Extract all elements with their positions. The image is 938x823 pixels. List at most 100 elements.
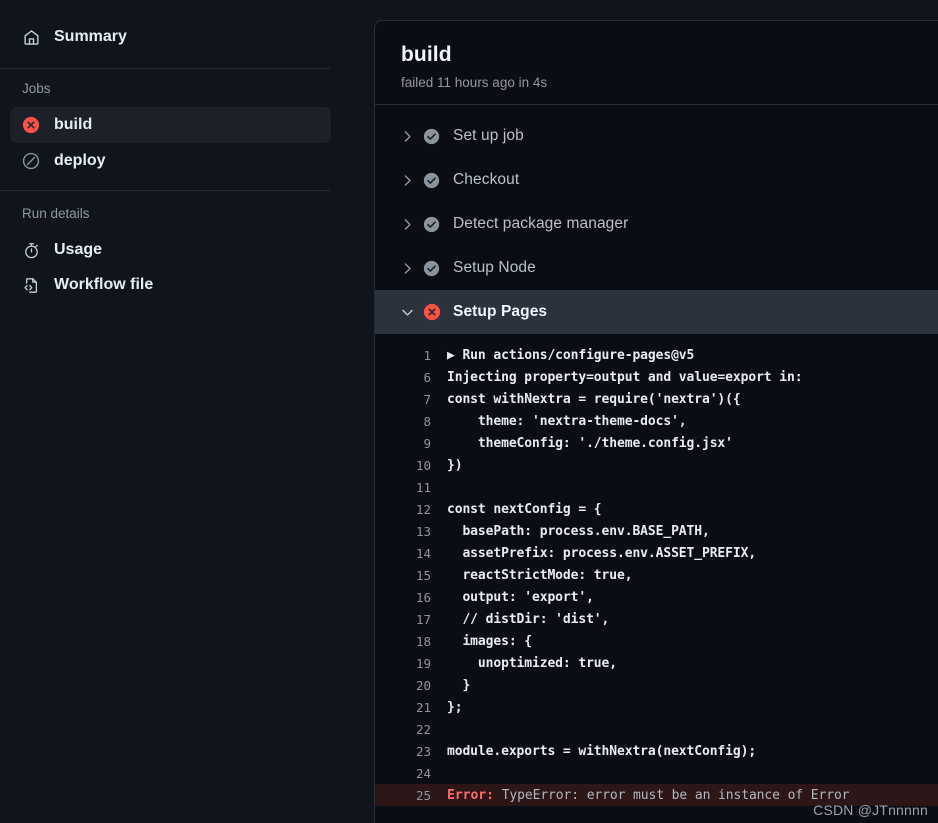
log-line-text: unoptimized: true, [447,655,617,671]
job-status-subtitle: failed 11 hours ago in 4s [401,75,548,90]
chevron-down-icon [401,306,423,319]
log-line-number: 16 [415,589,431,605]
log-line-text: module.exports = withNextra(nextConfig); [447,743,757,759]
log-line-text: basePath: process.env.BASE_PATH, [447,523,710,539]
job-detail-panel: build failed 11 hours ago in 4s Set up j… [374,20,938,823]
step-list: Set up job Checkout Detect package manag… [375,105,938,334]
log-line: 24 [375,762,938,784]
page-title: build [401,43,452,66]
job-header: build failed 11 hours ago in 4s [375,21,938,105]
failure-icon [423,303,453,321]
log-line-number: 19 [415,655,431,671]
sidebar-item-label: Workflow file [54,276,154,293]
log-line-number: 24 [415,765,431,781]
log-line-number: 22 [415,721,431,737]
log-line-text: // distDir: 'dist', [447,611,610,627]
success-icon [423,128,453,145]
log-line-text: themeConfig: './theme.config.jsx' [447,435,733,451]
sidebar-section-jobs-title: Jobs [22,81,51,96]
log-line-number: 8 [423,413,431,429]
log-line: 23 module.exports = withNextra(nextConfig… [375,740,938,762]
log-line: 20 } [375,674,938,696]
log-line-number: 1 [423,347,431,363]
stopwatch-icon [22,241,40,259]
sidebar-item-workflow-file[interactable]: Workflow file [10,267,331,303]
step-row-setup-node[interactable]: Setup Node [375,246,938,290]
log-line-text: Injecting property=output and value=expo… [447,369,803,385]
home-icon [22,28,40,46]
log-line: 16 output: 'export', [375,586,938,608]
skipped-icon [22,152,40,170]
success-icon [423,216,453,233]
log-line: 22 [375,718,938,740]
step-label: Checkout [453,171,520,188]
sidebar-item-usage[interactable]: Usage [10,232,331,268]
log-line: 7 const withNextra = require('nextra')({ [375,388,938,410]
log-line-number: 18 [415,633,431,649]
log-line-number: 17 [415,611,431,627]
sidebar-divider-2 [0,190,330,191]
chevron-right-icon [401,130,423,143]
log-line-text: } [447,677,471,693]
log-line-text: images: { [447,633,532,649]
log-line-number: 11 [415,479,431,495]
log-line: 18 images: { [375,630,938,652]
step-row-checkout[interactable]: Checkout [375,158,938,202]
log-line-text: }; [447,699,463,715]
success-icon [423,172,453,189]
success-icon [423,260,453,277]
sidebar-divider-1 [0,68,330,69]
chevron-right-icon [401,262,423,275]
log-line-number: 20 [415,677,431,693]
log-line: 14 assetPrefix: process.env.ASSET_PREFIX… [375,542,938,564]
log-line-number: 23 [415,743,431,759]
log-line-text: }) [447,457,463,473]
step-label: Setup Node [453,259,536,276]
sidebar-item-summary[interactable]: Summary [10,19,364,55]
sidebar-section-run-details-title: Run details [22,206,90,221]
error-message: TypeError: error must be an instance of … [493,787,850,803]
log-line-number: 9 [423,435,431,451]
log-line: 21}; [375,696,938,718]
log-line-number: 13 [415,523,431,539]
step-log-output[interactable]: 1 ▶ Run actions/configure-pages@v5 6 Injec… [375,334,938,806]
log-line-number: 6 [423,369,431,385]
sidebar-item-build[interactable]: build [10,107,331,143]
log-line-number: 21 [415,699,431,715]
log-line-number: 14 [415,545,431,561]
step-label: Detect package manager [453,215,629,232]
log-line: 13 basePath: process.env.BASE_PATH, [375,520,938,542]
log-line: 6 Injecting property=output and value=exp… [375,366,938,388]
log-line: 1 ▶ Run actions/configure-pages@v5 [375,344,938,366]
log-line: 11 [375,476,938,498]
log-line-text: theme: 'nextra-theme-docs', [447,413,687,429]
chevron-right-icon [401,174,423,187]
log-line: 17 // distDir: 'dist', [375,608,938,630]
watermark: CSDN @JTnnnnn [813,802,928,818]
sidebar-item-label: Summary [54,28,127,45]
failure-icon [22,116,40,134]
step-row-set-up-job[interactable]: Set up job [375,114,938,158]
sidebar-item-deploy[interactable]: deploy [10,143,331,179]
step-row-setup-pages[interactable]: Setup Pages [375,290,938,334]
error-label: Error: [447,787,494,803]
step-label: Set up job [453,127,524,144]
chevron-right-icon [401,218,423,231]
log-line-number: 15 [415,567,431,583]
log-line-number: 7 [423,391,431,407]
log-line-number: 25 [415,787,431,803]
log-line: 12 const nextConfig = { [375,498,938,520]
log-line: 19 unoptimized: true, [375,652,938,674]
step-row-detect-package-manager[interactable]: Detect package manager [375,202,938,246]
sidebar-item-label: Usage [54,241,103,258]
log-line: 8 theme: 'nextra-theme-docs', [375,410,938,432]
sidebar-item-label: deploy [54,152,106,169]
log-line-number: 10 [415,457,431,473]
log-line: 9 themeConfig: './theme.config.jsx' [375,432,938,454]
log-line: 10}) [375,454,938,476]
log-line-text: const withNextra = require('nextra')({ [447,391,741,407]
sidebar: Summary Jobs build deploy Run details Us… [0,0,374,823]
log-line-text: ▶ Run actions/configure-pages@v5 [447,347,695,363]
log-line: 15 reactStrictMode: true, [375,564,938,586]
log-line-text: assetPrefix: process.env.ASSET_PREFIX, [447,545,757,561]
